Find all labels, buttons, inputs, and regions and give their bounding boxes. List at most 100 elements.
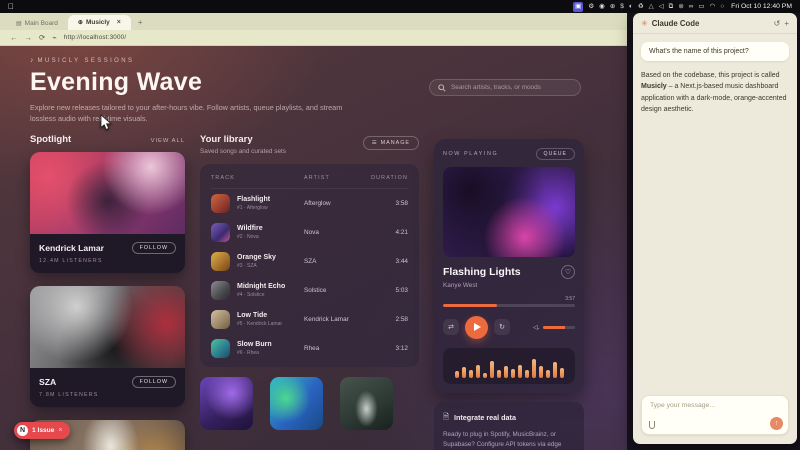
track-art: [211, 194, 230, 213]
table-row[interactable]: Wildfire #2 · Nova Nova 4:21: [211, 218, 408, 247]
artist-card-sza[interactable]: SZA FOLLOW 7.8M LISTENERS: [30, 286, 185, 407]
assistant-response: Based on the codebase, this project is c…: [641, 70, 789, 115]
artist-photo: [30, 152, 185, 234]
view-all-link[interactable]: VIEW ALL: [151, 138, 185, 144]
artist-card-kendrick[interactable]: Kendrick Lamar FOLLOW 12.4M LISTENERS: [30, 152, 185, 273]
windows-icon[interactable]: ⧉: [669, 2, 674, 12]
heart-icon[interactable]: ♡: [561, 265, 575, 279]
volume-icon[interactable]: ◁᎐: [533, 323, 539, 331]
listener-count: 7.8M LISTENERS: [39, 392, 176, 398]
message-input[interactable]: Type your message... ↑: [641, 395, 789, 435]
new-chat-icon[interactable]: +: [784, 19, 789, 28]
play-icon: [474, 323, 481, 331]
table-row[interactable]: Midnight Echo #4 · Solstice Solstice 5:0…: [211, 276, 408, 305]
forward-icon[interactable]: →: [25, 33, 33, 42]
equalizer-bar: [504, 366, 508, 378]
close-icon[interactable]: ×: [58, 427, 62, 434]
attachment-icon[interactable]: [649, 421, 655, 429]
table-row[interactable]: Orange Sky #3 · SZA SZA 3:44: [211, 247, 408, 276]
playlist-tile[interactable]: [200, 377, 253, 430]
reload-icon[interactable]: ⟳: [39, 33, 45, 42]
response-project-name: Musicly: [641, 83, 667, 90]
volume-icon[interactable]: ◁: [659, 2, 664, 12]
shuffle-icon[interactable]: ⇄: [443, 319, 459, 335]
track-artist: SZA: [304, 258, 366, 265]
history-icon[interactable]: ↺: [774, 19, 781, 28]
battery-icon[interactable]: ▭: [698, 2, 704, 12]
menubar-clock[interactable]: Fri Oct 10 12:40 PM: [731, 3, 792, 10]
column-duration: DURATION: [366, 175, 408, 181]
settings-icon[interactable]: ⚙: [588, 2, 594, 12]
track-meta: #4 · Solstice: [237, 292, 285, 298]
url-bar[interactable]: http://localhost:3000/: [64, 34, 127, 41]
document-icon: 🗎: [443, 411, 449, 424]
library-heading: Your library: [200, 134, 286, 145]
eyebrow: ♪ MUSICLY SESSIONS: [30, 57, 627, 64]
playlist-tile[interactable]: [340, 377, 393, 430]
queue-button[interactable]: QUEUE: [536, 148, 575, 160]
main-content: Spotlight VIEW ALL Kendrick Lamar FOLLOW…: [0, 134, 627, 450]
new-tab-button[interactable]: +: [131, 15, 150, 30]
follow-button[interactable]: FOLLOW: [132, 242, 176, 254]
track-meta: #1 · Afterglow: [237, 205, 270, 211]
now-playing-card: NOW PLAYING QUEUE Flashing Lights ♡ Kany…: [434, 139, 584, 393]
pointer-tool-icon[interactable]: ⌁: [52, 33, 57, 42]
glasses-icon[interactable]: ∞: [689, 2, 694, 12]
search-input[interactable]: Search artists, tracks, or moods: [429, 79, 581, 96]
table-row[interactable]: Flashlight #1 · Afterglow Afterglow 3:58: [211, 189, 408, 218]
playlist-tile[interactable]: [270, 377, 323, 430]
document-icon: ▤: [16, 20, 22, 27]
search-icon[interactable]: ○: [720, 2, 724, 12]
wifi-icon[interactable]: ◠: [710, 2, 716, 12]
search-placeholder: Search artists, tracks, or moods: [451, 84, 541, 91]
track-title: Midnight Echo: [237, 283, 285, 290]
track-duration: 3:12: [366, 345, 408, 352]
claude-code-panel: ✳ Claude Code ↺ + What's the name of thi…: [633, 13, 797, 444]
volume-slider[interactable]: [543, 326, 575, 329]
search-icon: [438, 84, 446, 92]
claude-title: Claude Code: [652, 19, 700, 28]
claude-header: ✳ Claude Code ↺ +: [633, 13, 797, 34]
track-art: [211, 252, 230, 271]
track-title: Slow Burn: [237, 341, 272, 348]
track-artist: Nova: [304, 229, 366, 236]
play-button[interactable]: [465, 316, 488, 339]
menubar-status-icons: ▣ ⚙ ◉ ⊕ $ ◐ ♻ △ ◁ ⧉ ⊚ ∞ ▭ ◠ ○: [573, 2, 724, 12]
now-playing-label: NOW PLAYING: [443, 151, 498, 157]
track-title: Wildfire: [237, 225, 263, 232]
record-icon[interactable]: ◉: [599, 2, 605, 12]
equalizer-bar: [455, 371, 459, 378]
follow-button[interactable]: FOLLOW: [132, 376, 176, 388]
issue-count-label: 1 Issue: [32, 427, 54, 434]
display-icon[interactable]: ◐: [629, 2, 633, 12]
musicly-app: ♪ MUSICLY SESSIONS Evening Wave Explore …: [0, 46, 627, 450]
finance-icon[interactable]: $: [620, 2, 624, 12]
tab-musicly[interactable]: ⊕ Musicly ×: [68, 15, 131, 30]
sync-icon[interactable]: ♻: [638, 2, 644, 12]
artist-name: SZA: [39, 377, 56, 387]
track-meta: #5 · Kendrick Lamar: [237, 321, 282, 327]
globe-icon: ⊕: [78, 19, 83, 26]
send-button[interactable]: ↑: [770, 417, 783, 430]
repeat-icon[interactable]: ↻: [494, 319, 510, 335]
globe-icon[interactable]: ⊕: [610, 2, 615, 12]
track-artist: Kendrick Lamar: [304, 316, 366, 323]
manage-button[interactable]: ☰ MANAGE: [363, 136, 419, 150]
equalizer-bar: [490, 361, 494, 378]
close-tab-icon[interactable]: ×: [117, 19, 121, 26]
nextjs-issue-badge[interactable]: N 1 Issue ×: [14, 422, 70, 439]
table-row[interactable]: Slow Burn #6 · Rhea Rhea 3:12: [211, 334, 408, 363]
progress-bar[interactable]: [443, 304, 575, 307]
library-column: Your library Saved songs and curated set…: [200, 134, 419, 450]
artist-photo: [30, 286, 185, 368]
manage-label: MANAGE: [381, 140, 410, 146]
back-icon[interactable]: ←: [10, 33, 18, 42]
airdrop-icon[interactable]: △: [649, 2, 654, 12]
table-row[interactable]: Low Tide #5 · Kendrick Lamar Kendrick La…: [211, 305, 408, 334]
apple-menu-icon[interactable]: : [8, 0, 14, 13]
screen-share-icon[interactable]: ▣: [573, 2, 583, 12]
play-circle-icon[interactable]: ⊚: [678, 2, 683, 12]
equalizer-bar: [469, 370, 473, 378]
tab-main-board[interactable]: ▤ Main Board: [6, 17, 68, 30]
equalizer-bar: [546, 370, 550, 378]
